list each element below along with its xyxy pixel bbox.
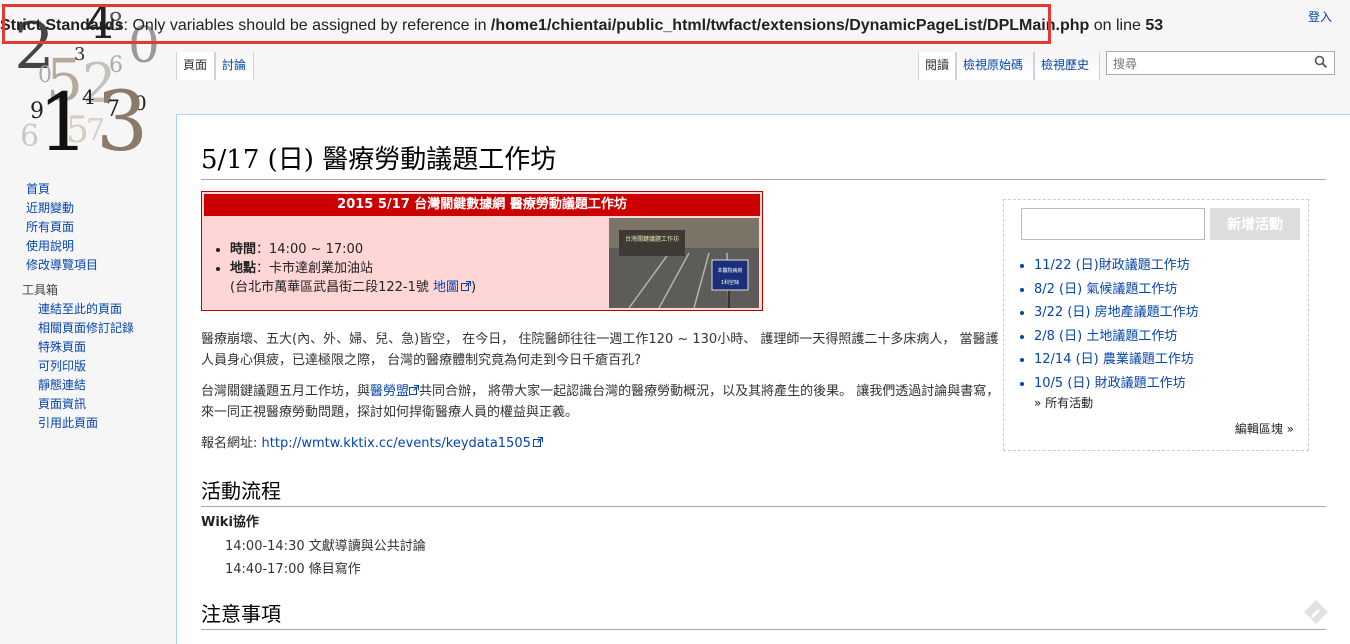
event-link[interactable]: 3/22 (日) 房地產議題工作坊 <box>1034 305 1199 320</box>
sidebar-item-all-pages[interactable]: 所有頁面 <box>26 218 176 237</box>
tab-page-label: 頁面 <box>183 58 208 72</box>
event-link[interactable]: 8/2 (日) 氣候議題工作坊 <box>1034 282 1177 297</box>
event-link[interactable]: 12/14 (日) 農業議題工作坊 <box>1034 352 1194 367</box>
event-infobox: 2015 5/17 台灣關鍵數據網 醫療勞動議題工作坊 時間：14:00 ~ 1… <box>201 191 763 311</box>
register-link[interactable]: http://wmtw.kktix.cc/events/keydata1505 <box>262 436 531 451</box>
error-label: Strict Standards <box>0 17 124 34</box>
external-link-icon <box>532 437 543 447</box>
address-close: ) <box>471 280 477 295</box>
place-label: 地點 <box>230 261 257 276</box>
event-list-item[interactable]: 11/22 (日)財政議題工作坊 <box>1034 254 1199 278</box>
register-label: 報名網址: <box>201 436 262 451</box>
map-link[interactable]: 地圖 <box>433 280 459 295</box>
sign-text-1: 本醫院病房 <box>717 267 742 274</box>
photo-banner-text: 台灣關鍵議題工作坊 <box>625 235 679 243</box>
sidebar-item-special-pages[interactable]: 特殊頁面 <box>26 338 176 357</box>
tab-view-source[interactable]: 檢視原始碼 <box>956 52 1034 80</box>
collab-paragraph: 台灣關鍵議題五月工作坊，與醫勞盟 共同合辦， 將帶大家一起認識台灣的醫療勞動概況，… <box>201 381 1001 423</box>
page-title: 5/17 (日) 醫療勞動議題工作坊 <box>201 139 1326 180</box>
infobox-header: 2015 5/17 台灣關鍵數據網 醫療勞動議題工作坊 <box>204 194 760 216</box>
tab-view-source-label[interactable]: 檢視原始碼 <box>963 58 1023 72</box>
section-heading-notes: 注意事項 <box>201 598 1326 630</box>
parking-lot-image: 台灣關鍵議題工作坊 本醫院病房 1科空缺 <box>609 218 759 308</box>
event-link[interactable]: 2/8 (日) 土地議題工作坊 <box>1034 329 1177 344</box>
sidebar-item-page-info[interactable]: 頁面資訊 <box>26 395 176 414</box>
infobox-list: 時間：14:00 ~ 17:00 地點：卡市達創業加油站 (台北市萬華區武昌街二段… <box>202 240 602 297</box>
event-link[interactable]: 11/22 (日)財政議題工作坊 <box>1034 258 1190 273</box>
all-events-link[interactable]: » 所有活動 <box>1034 394 1093 411</box>
event-photo: 台灣關鍵議題工作坊 本醫院病房 1科空缺 <box>609 218 759 308</box>
error-path: /home1/chientai/public_html/twfact/exten… <box>490 17 1090 34</box>
address-text: (台北市萬華區武昌街二段122-1號 <box>230 280 433 295</box>
infobox-time: 時間：14:00 ~ 17:00 <box>230 240 602 259</box>
search-input[interactable] <box>1111 53 1311 75</box>
sidebar-item-cite[interactable]: 引用此頁面 <box>26 414 176 433</box>
tab-page[interactable]: 頁面 <box>176 52 215 80</box>
toolbox-heading[interactable]: 工具箱 <box>22 281 172 300</box>
pencil-float-icon[interactable] <box>1303 599 1329 625</box>
sidebar-item-printable[interactable]: 可列印版 <box>26 357 176 376</box>
edit-region-link[interactable]: 編輯區塊 » <box>1235 420 1294 437</box>
events-sidebar-box: 新增活動 11/22 (日)財政議題工作坊 8/2 (日) 氣候議題工作坊 3/… <box>1003 199 1309 451</box>
login-link[interactable]: 登入 <box>1308 8 1332 25</box>
error-line-number: 53 <box>1145 17 1164 34</box>
sign-text-2: 1科空缺 <box>721 279 739 286</box>
error-on-line: on line <box>1089 17 1146 34</box>
event-list-item[interactable]: 12/14 (日) 農業議題工作坊 <box>1034 348 1199 372</box>
error-message: : Only variables should be assigned by r… <box>123 17 491 34</box>
schedule-item: 14:40-17:00 條目寫作 <box>225 562 361 577</box>
event-list-item[interactable]: 8/2 (日) 氣候議題工作坊 <box>1034 278 1199 302</box>
external-link-icon <box>409 385 420 395</box>
wiki-collab-heading: Wiki協作 <box>201 515 259 530</box>
section-heading-schedule: 活動流程 <box>201 475 1326 507</box>
medical-union-link[interactable]: 醫勞盟 <box>370 384 409 399</box>
time-label: 時間 <box>230 242 257 257</box>
content-area: 5/17 (日) 醫療勞動議題工作坊 2015 5/17 台灣關鍵數據網 醫療勞… <box>176 114 1350 644</box>
event-link[interactable]: 10/5 (日) 財政議題工作坊 <box>1034 376 1186 391</box>
tab-history-label[interactable]: 檢視歷史 <box>1041 58 1089 72</box>
infobox-place: 地點：卡市達創業加油站 (台北市萬華區武昌街二段122-1號 地圖) <box>230 259 602 297</box>
php-error-banner: Strict Standards: Only variables should … <box>0 14 1340 38</box>
tab-history[interactable]: 檢視歷史 <box>1034 52 1100 80</box>
sidebar-item-main-page[interactable]: 首頁 <box>26 180 176 199</box>
tab-read[interactable]: 閱讀 <box>918 52 956 80</box>
sidebar-item-recent-changes[interactable]: 近期變動 <box>26 199 176 218</box>
tab-talk[interactable]: 討論 <box>215 52 254 80</box>
event-list-item[interactable]: 2/8 (日) 土地議題工作坊 <box>1034 325 1199 349</box>
sidebar-item-related-changes[interactable]: 相關頁面修訂記錄 <box>26 319 176 338</box>
schedule-item: 14:00-14:30 文獻導讀與公共討論 <box>225 539 426 554</box>
logo-digit: 6 <box>20 119 39 154</box>
sidebar-item-what-links-here[interactable]: 連結至此的頁面 <box>26 300 176 319</box>
event-list: 11/22 (日)財政議題工作坊 8/2 (日) 氣候議題工作坊 3/22 (日… <box>1018 254 1199 395</box>
new-event-input[interactable] <box>1021 208 1205 240</box>
search-icon[interactable] <box>1314 55 1328 69</box>
place-value: ：卡市達創業加油站 <box>256 261 374 276</box>
event-list-item[interactable]: 3/22 (日) 房地產議題工作坊 <box>1034 301 1199 325</box>
register-paragraph: 報名網址: http://wmtw.kktix.cc/events/keydat… <box>201 433 1001 454</box>
time-value: ：14:00 ~ 17:00 <box>256 242 364 257</box>
sidebar-item-permalink[interactable]: 靜態連結 <box>26 376 176 395</box>
logo-digit: 7 <box>86 113 105 148</box>
sidebar: 首頁 近期變動 所有頁面 使用說明 修改導覽項目 工具箱 連結至此的頁面 相關頁… <box>22 180 176 433</box>
tab-read-label: 閱讀 <box>925 58 950 72</box>
external-link-icon <box>461 281 471 291</box>
event-list-item[interactable]: 10/5 (日) 財政議題工作坊 <box>1034 372 1199 396</box>
sidebar-item-edit-nav[interactable]: 修改導覽項目 <box>26 256 176 275</box>
search-box <box>1106 51 1335 75</box>
intro-paragraph: 醫療崩壞、五大(內、外、婦、兒、急)皆空， 在今日， 住院醫師往往一週工作120… <box>201 332 999 368</box>
sidebar-item-help[interactable]: 使用說明 <box>26 237 176 256</box>
collab-text-a: 台灣關鍵議題五月工作坊，與 <box>201 384 371 399</box>
add-event-button[interactable]: 新增活動 <box>1210 208 1300 240</box>
tab-talk-label[interactable]: 討論 <box>222 58 246 72</box>
logo-digit: 4 <box>82 85 95 109</box>
